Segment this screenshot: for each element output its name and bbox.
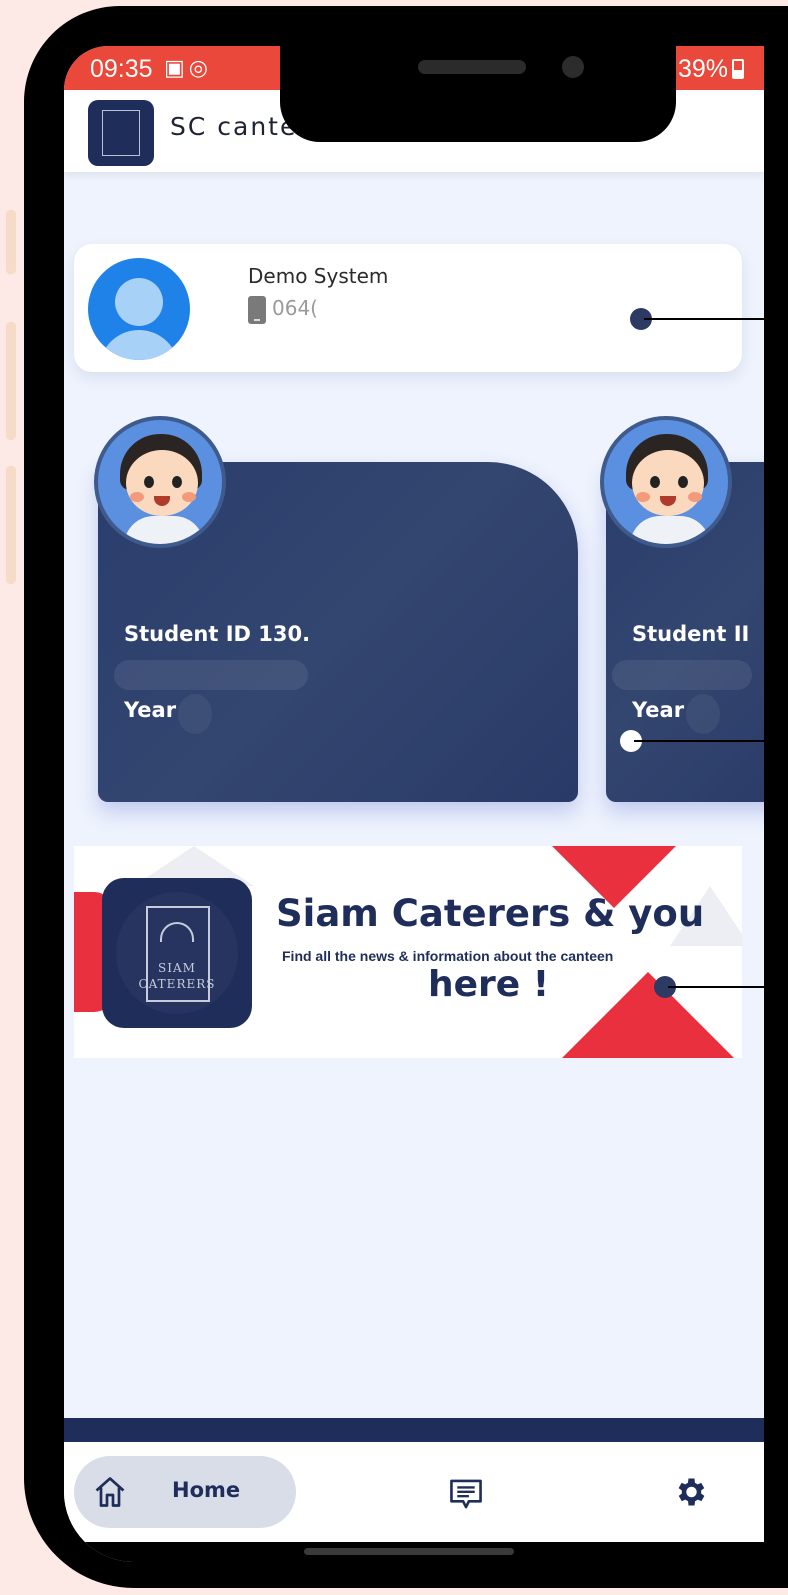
redacted-field <box>178 694 212 734</box>
nav-home-label: Home <box>172 1478 241 1502</box>
nav-accent-stripe <box>64 1418 764 1442</box>
callout-line <box>668 986 764 988</box>
battery-icon <box>732 59 744 79</box>
student-id: Student II <box>632 622 750 646</box>
banner-subtitle: Find all the news & information about th… <box>282 948 614 964</box>
side-decoration <box>6 210 16 274</box>
redacted-field <box>686 694 720 734</box>
app-screen: 09:35 ▣◎ ☏.ıl39% SC canteen Demo System … <box>64 46 764 1562</box>
callout-line <box>644 318 764 320</box>
message-icon[interactable] <box>448 1478 484 1510</box>
gesture-area <box>64 1542 764 1562</box>
camera-notch <box>280 46 676 142</box>
profile-phone: 064( <box>272 296 318 320</box>
redacted-field <box>114 660 308 690</box>
home-indicator[interactable] <box>304 1548 514 1555</box>
bottom-navigation: Home <box>64 1442 764 1542</box>
gear-icon[interactable] <box>672 1474 708 1510</box>
profile-name: Demo System <box>248 264 389 288</box>
redacted-field <box>612 660 752 690</box>
banner-decoration <box>562 972 734 1058</box>
siam-caterers-logo: SIAM CATERERS <box>102 878 252 1028</box>
callout-line <box>634 740 764 742</box>
logo-text: SIAM CATERERS <box>138 961 216 991</box>
notification-icons: ▣◎ <box>164 55 212 80</box>
news-banner[interactable]: SIAM CATERERS Siam Caterers & you Find a… <box>74 846 742 1058</box>
speaker-icon <box>418 60 526 74</box>
camera-icon <box>562 56 584 78</box>
home-icon <box>95 1477 125 1507</box>
mobile-phone-icon <box>248 296 266 324</box>
student-avatar-icon <box>94 416 226 548</box>
banner-title: Siam Caterers & you <box>276 892 705 935</box>
status-time: 09:35 <box>90 55 153 83</box>
side-decoration <box>6 322 16 440</box>
student-avatar-icon <box>600 416 732 548</box>
battery-percent: 39% <box>677 55 728 83</box>
student-id: Student ID 130. <box>124 622 311 646</box>
nav-home-button[interactable]: Home <box>74 1456 296 1528</box>
side-decoration <box>6 466 16 584</box>
logo-mark-icon <box>102 110 140 156</box>
app-logo <box>88 100 154 166</box>
student-year: Year <box>124 698 177 722</box>
user-avatar-icon <box>88 258 190 360</box>
banner-tagline: here ! <box>428 964 550 1005</box>
student-year: Year <box>632 698 685 722</box>
